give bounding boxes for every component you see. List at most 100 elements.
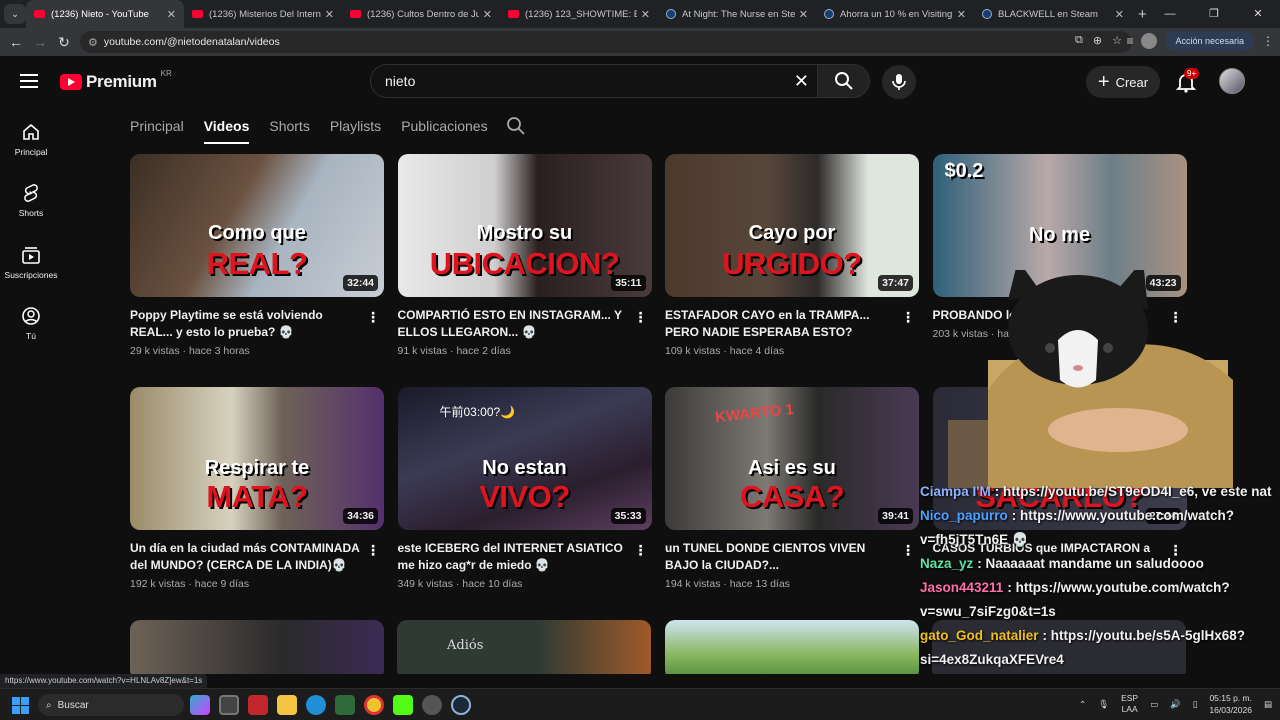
video-card[interactable]: KWARTO 1 Asi es su CASA? 39:41 un TUNEL DOND… <box>665 387 919 590</box>
video-title[interactable]: Poppy Playtime se está volviendo REAL...… <box>130 307 360 341</box>
more-actions-icon[interactable]: ⋮ <box>901 309 915 326</box>
close-tab-icon[interactable]: ✕ <box>641 8 650 21</box>
battery-icon[interactable]: ▯ <box>1193 699 1198 710</box>
create-button[interactable]: + Crear <box>1086 66 1160 98</box>
chat-text: : https://youtu.be/ST9eOD4I_e6, ve este … <box>994 484 1272 499</box>
video-thumbnail[interactable]: Respirar te MATA? 34:36 <box>130 387 384 530</box>
edge-icon[interactable] <box>306 695 326 715</box>
file-explorer-icon[interactable] <box>277 695 297 715</box>
browser-tab[interactable]: Ahorra un 10 % en Visiting Gra ✕ <box>816 0 974 28</box>
bookmark-star-icon[interactable]: ☆ <box>1112 34 1122 47</box>
video-title[interactable]: este ICEBERG del INTERNET ASIATICO me hi… <box>398 540 628 574</box>
menu-icon[interactable] <box>20 74 38 88</box>
upload-age: hace 2 días <box>456 345 511 357</box>
more-actions-icon[interactable]: ⋮ <box>366 542 380 559</box>
install-app-icon[interactable]: ⧉ <box>1075 34 1083 47</box>
sidebar-item-suscripciones[interactable]: Suscripciones <box>0 245 62 280</box>
sidebar-item-shorts[interactable]: Shorts <box>0 183 62 218</box>
video-title[interactable]: ESTAFADOR CAYO en la TRAMPA... PERO NADI… <box>665 307 895 341</box>
reload-button[interactable]: ↻ <box>52 34 76 51</box>
browser-tab[interactable]: (1236) Nieto - YouTube ✕ <box>26 0 184 28</box>
maximize-button[interactable]: ❐ <box>1192 0 1236 28</box>
back-button[interactable]: ← <box>4 34 28 50</box>
xbox-icon[interactable] <box>335 695 355 715</box>
account-avatar[interactable] <box>1219 68 1245 94</box>
video-thumbnail[interactable]: Cayo por URGIDO? 37:47 <box>665 154 919 297</box>
obs-icon[interactable] <box>422 695 442 715</box>
more-actions-icon[interactable]: ⋮ <box>901 542 915 559</box>
site-info-icon[interactable]: ⚙ <box>88 36 98 49</box>
windows-start-icon[interactable] <box>12 697 29 714</box>
close-tab-icon[interactable]: ✕ <box>957 8 966 21</box>
tab-playlists[interactable]: Playlists <box>330 118 381 134</box>
video-card[interactable]: 午前03:00?🌙 No estan VIVO? 35:33 este ICEBERG … <box>397 387 652 590</box>
video-thumbnail[interactable]: KWARTO 1 Asi es su CASA? 39:41 <box>665 387 919 530</box>
close-tab-icon[interactable]: ✕ <box>325 8 334 21</box>
tab-search-button[interactable]: ⌄ <box>4 4 26 24</box>
chrome-icon[interactable] <box>364 695 384 715</box>
tab-shorts[interactable]: Shorts <box>269 118 309 134</box>
volume-icon[interactable]: 🔊 <box>1170 699 1181 710</box>
copilot-icon[interactable] <box>190 695 210 715</box>
media-controls-icon[interactable]: ≡ <box>1126 34 1133 48</box>
valorant-icon[interactable] <box>248 695 268 715</box>
search-input[interactable]: nieto ✕ <box>370 64 818 98</box>
task-view-icon[interactable] <box>219 695 239 715</box>
browser-menu-icon[interactable]: ⋮ <box>1262 34 1274 48</box>
more-actions-icon[interactable]: ⋮ <box>634 542 648 559</box>
chevron-up-icon[interactable]: ⌃ <box>1079 699 1086 710</box>
tab-publicaciones[interactable]: Publicaciones <box>401 118 487 134</box>
video-card[interactable]: Como que REAL? 32:44 Poppy Playtime se está… <box>130 154 384 357</box>
language-indicator[interactable]: ESP LAA <box>1121 693 1138 715</box>
video-title[interactable]: COMPARTIÓ ESTO EN INSTAGRAM... Y ELLOS L… <box>398 307 628 341</box>
video-thumbnail-partial[interactable] <box>130 620 384 674</box>
taskbar-search-box[interactable]: ⌕ Buscar <box>38 694 184 716</box>
close-tab-icon[interactable]: ✕ <box>483 8 492 21</box>
network-icon[interactable]: ▭ <box>1150 699 1158 710</box>
browser-tab[interactable]: BLACKWELL en Steam ✕ <box>974 0 1132 28</box>
url-input[interactable]: ⚙ youtube.com/@nietodenatalan/videos ⧉ ⊕… <box>80 31 1132 53</box>
more-actions-icon[interactable]: ⋮ <box>634 309 648 326</box>
action-needed-button[interactable]: Acción necesaria <box>1165 31 1254 51</box>
close-window-button[interactable]: ✕ <box>1236 0 1280 28</box>
chat-message: Nico_papurro: https://www.youtube.com/wa… <box>920 504 1280 552</box>
minimize-button[interactable]: — <box>1148 0 1192 28</box>
more-actions-icon[interactable]: ⋮ <box>366 309 380 326</box>
clock[interactable]: 05:15 p. m. 16/03/2026 <box>1209 692 1252 716</box>
tab-videos[interactable]: Videos <box>203 118 250 144</box>
search-button[interactable] <box>818 64 870 98</box>
video-thumbnail[interactable]: Mostro su UBICACION? 35:11 <box>397 154 652 297</box>
profile-icon[interactable] <box>1141 33 1158 49</box>
video-card[interactable]: Respirar te MATA? 34:36 Un día en la ciudad… <box>130 387 384 590</box>
browser-tab[interactable]: (1236) Cultos Dentro de Juegos ✕ <box>342 0 500 28</box>
close-tab-icon[interactable]: ✕ <box>1115 8 1124 21</box>
notifications-icon[interactable]: ▤ <box>1264 699 1272 710</box>
browser-tab[interactable]: (1236) Misterios Del Internet Ar ✕ <box>184 0 342 28</box>
clear-search-icon[interactable]: ✕ <box>794 71 809 92</box>
microphone-tray-icon[interactable]: 🎙 <box>1098 699 1109 710</box>
browser-tab[interactable]: At Night: The Nurse en Steam ✕ <box>658 0 816 28</box>
channel-search-icon[interactable] <box>506 116 526 136</box>
video-title[interactable]: Un día en la ciudad más CONTAMINADA del … <box>130 540 360 574</box>
close-tab-icon[interactable]: ✕ <box>799 8 808 21</box>
new-tab-button[interactable]: + <box>1138 6 1147 23</box>
video-thumbnail-partial[interactable]: Adiós <box>397 620 651 674</box>
browser-tab[interactable]: (1236) 123_SHOWTIME: ECHO ✕ <box>500 0 658 28</box>
video-card[interactable]: Cayo por URGIDO? 37:47 ESTAFADOR CAYO en la… <box>665 154 919 357</box>
video-thumbnail[interactable]: 午前03:00?🌙 No estan VIVO? 35:33 <box>397 387 652 530</box>
youtube-premium-logo[interactable]: Premium KR <box>60 69 172 92</box>
kick-icon[interactable] <box>393 695 413 715</box>
sidebar-item-principal[interactable]: Principal <box>0 122 62 157</box>
video-title[interactable]: un TUNEL DONDE CIENTOS VIVEN BAJO la CIU… <box>665 540 895 574</box>
sidebar-item-tu[interactable]: Tú <box>0 306 62 341</box>
close-tab-icon[interactable]: ✕ <box>167 8 176 21</box>
plus-icon: + <box>1097 71 1110 93</box>
video-card[interactable]: Mostro su UBICACION? 35:11 COMPARTIÓ ESTO E… <box>397 154 652 357</box>
steam-icon[interactable] <box>451 695 471 715</box>
video-thumbnail[interactable]: Como que REAL? 32:44 <box>130 154 384 297</box>
video-thumbnail-partial[interactable] <box>665 620 919 674</box>
zoom-icon[interactable]: ⊕ <box>1093 34 1102 47</box>
tab-principal[interactable]: Principal <box>130 118 184 134</box>
forward-button[interactable]: → <box>28 34 52 50</box>
voice-search-button[interactable] <box>882 65 916 99</box>
